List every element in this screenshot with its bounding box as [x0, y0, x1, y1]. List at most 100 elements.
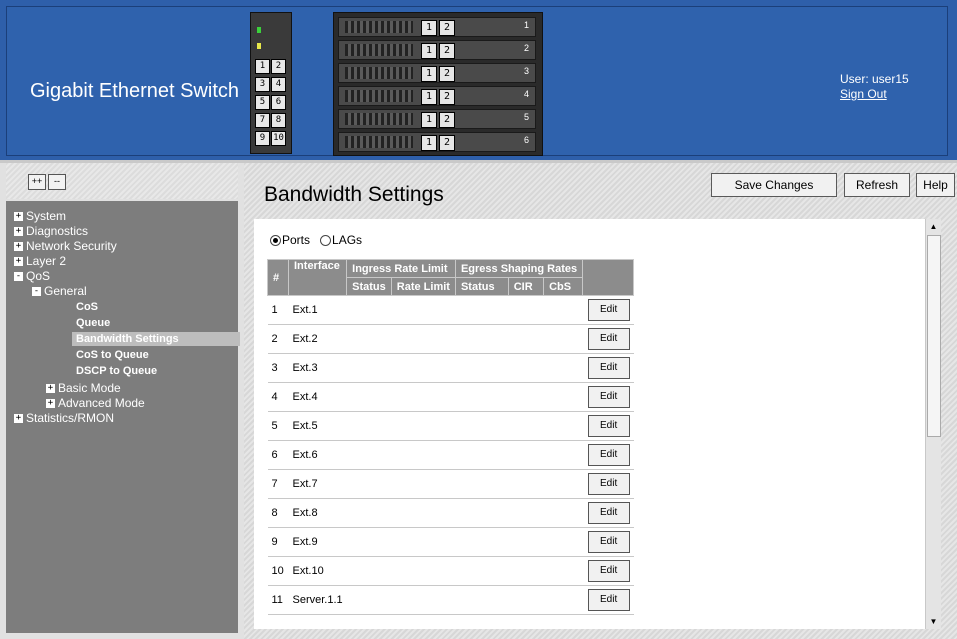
nav-item-general[interactable]: - General: [32, 284, 87, 298]
app-title: Gigabit Ethernet Switch: [30, 80, 239, 102]
scroll-down-icon[interactable]: ▼: [926, 614, 941, 629]
row-ingress-status: [346, 324, 392, 354]
row-rate-limit: [391, 295, 456, 325]
scroll-thumb[interactable]: [927, 235, 941, 437]
chassis-image: 1 2 1 1 2 2 1 2 3 1 2 4 1 2 5 1 2 6: [333, 12, 543, 156]
page-title: Bandwidth Settings: [264, 183, 444, 206]
port-label: 9: [255, 131, 270, 146]
blade: 1 2 3: [338, 63, 536, 83]
edit-button[interactable]: Edit: [587, 502, 630, 524]
save-changes-button[interactable]: Save Changes: [711, 173, 837, 197]
refresh-button[interactable]: Refresh: [844, 173, 910, 197]
nav-item-advanced-mode[interactable]: + Advanced Mode: [46, 396, 145, 410]
scroll-up-icon[interactable]: ▲: [926, 219, 941, 234]
port-label: 10: [271, 131, 286, 146]
row-cbs: [543, 353, 583, 383]
switch-module-image: 1 2 3 4 5 6 7 8 9 10: [250, 12, 292, 154]
table-row: 4 Ext.4 Edit: [267, 382, 634, 412]
row-cbs: [543, 411, 583, 441]
main-panel: Bandwidth Settings Save Changes Refresh …: [244, 163, 957, 639]
row-ingress-status: [346, 527, 392, 557]
nav-item-cos[interactable]: CoS: [76, 300, 98, 314]
col-header-edit: [582, 259, 635, 296]
row-edit-cell: Edit: [582, 440, 634, 470]
nav-item-layer-2[interactable]: + Layer 2: [14, 254, 66, 268]
col-header-interface: Interface: [287, 259, 348, 296]
edit-button[interactable]: Edit: [587, 473, 630, 495]
blade: 1 2 2: [338, 40, 536, 60]
nav-item-cos-to-queue[interactable]: CoS to Queue: [76, 348, 149, 362]
row-num: 10: [267, 556, 289, 586]
row-interface: Ext.8: [288, 498, 347, 528]
row-egress-status: [455, 382, 509, 412]
edit-button[interactable]: Edit: [587, 357, 630, 379]
row-cir: [508, 324, 544, 354]
radio-unselected-icon: [320, 235, 332, 247]
edit-button[interactable]: Edit: [587, 589, 630, 611]
row-cbs: [543, 324, 583, 354]
edit-button[interactable]: Edit: [587, 531, 630, 553]
port-label: 3: [255, 77, 270, 92]
row-ingress-status: [346, 382, 392, 412]
row-interface: Ext.1: [288, 295, 347, 325]
row-num: 4: [267, 382, 289, 412]
row-cir: [508, 527, 544, 557]
collapse-all-button[interactable]: --: [48, 174, 66, 190]
port-label: 1: [255, 59, 270, 74]
help-button[interactable]: Help: [916, 173, 955, 197]
col-header-cbs: CbS: [543, 277, 584, 296]
row-cir: [508, 469, 544, 499]
row-egress-status: [455, 585, 509, 615]
row-edit-cell: Edit: [582, 411, 634, 441]
row-interface: Ext.10: [288, 556, 347, 586]
nav-item-dscp-to-queue[interactable]: DSCP to Queue: [76, 364, 157, 378]
row-rate-limit: [391, 585, 456, 615]
row-interface: Ext.6: [288, 440, 347, 470]
row-cbs: [543, 585, 583, 615]
blade-number: 2: [523, 43, 529, 53]
edit-button[interactable]: Edit: [587, 560, 630, 582]
expand-all-button[interactable]: ++: [28, 174, 46, 190]
edit-button[interactable]: Edit: [587, 444, 630, 466]
row-ingress-status: [346, 585, 392, 615]
edit-button[interactable]: Edit: [587, 299, 630, 321]
nav-item-basic-mode[interactable]: + Basic Mode: [46, 381, 121, 395]
row-ingress-status: [346, 498, 392, 528]
row-interface: Ext.7: [288, 469, 347, 499]
nav-item-diagnostics[interactable]: + Diagnostics: [14, 224, 88, 238]
table-row: 10 Ext.10 Edit: [267, 556, 634, 586]
nav-item-system[interactable]: + System: [14, 209, 66, 223]
nav-item-network-security[interactable]: + Network Security: [14, 239, 117, 253]
bandwidth-table: # Interface Ingress Rate Limit Egress Sh…: [267, 259, 635, 615]
nav-item-qos[interactable]: - QoS: [14, 269, 50, 283]
row-rate-limit: [391, 324, 456, 354]
nav-item-queue[interactable]: Queue: [76, 316, 110, 330]
edit-button[interactable]: Edit: [587, 415, 630, 437]
table-row: 9 Ext.9 Edit: [267, 527, 634, 557]
row-cir: [508, 382, 544, 412]
row-cbs: [543, 556, 583, 586]
vertical-scrollbar[interactable]: ▲ ▼: [925, 219, 941, 629]
row-edit-cell: Edit: [582, 527, 634, 557]
sidebar: ++ -- + System + Diagnostics + Network Secu…: [0, 163, 244, 639]
collapse-icon: -: [14, 271, 23, 282]
edit-button[interactable]: Edit: [587, 328, 630, 350]
row-interface: Ext.3: [288, 353, 347, 383]
nav-item-bandwidth-settings[interactable]: Bandwidth Settings: [72, 332, 240, 346]
row-cbs: [543, 440, 583, 470]
expand-icon: +: [46, 398, 55, 409]
lags-radio[interactable]: LAGs: [320, 233, 362, 247]
table-row: 2 Ext.2 Edit: [267, 324, 634, 354]
nav-item-statistics-rmon[interactable]: + Statistics/RMON: [14, 411, 114, 425]
ports-radio[interactable]: Ports: [270, 233, 310, 247]
sign-out-link[interactable]: Sign Out: [840, 87, 909, 102]
row-ingress-status: [346, 353, 392, 383]
blade-number: 3: [523, 66, 529, 76]
sidebar-toolbar: ++ --: [6, 163, 238, 199]
edit-button[interactable]: Edit: [587, 386, 630, 408]
row-cbs: [543, 527, 583, 557]
row-cbs: [543, 295, 583, 325]
expand-icon: +: [14, 256, 23, 267]
expand-icon: +: [46, 383, 55, 394]
blade-number: 1: [523, 20, 529, 30]
